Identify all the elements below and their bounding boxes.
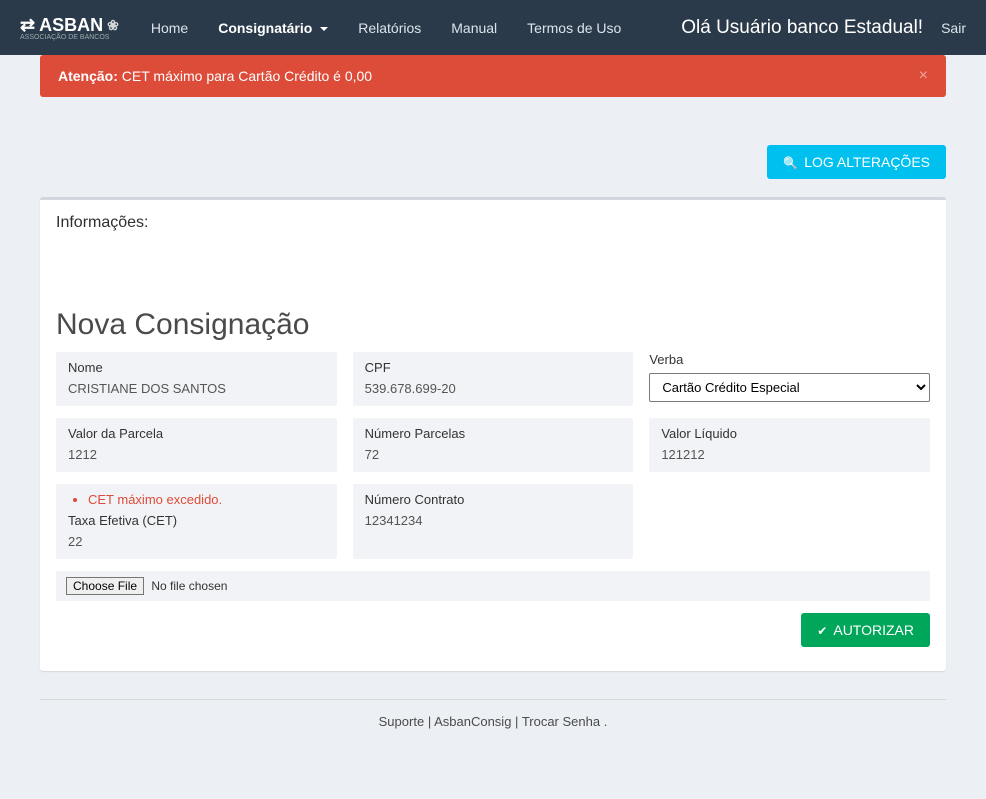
label-cet: Taxa Efetiva (CET) (68, 513, 325, 528)
footer-suporte[interactable]: Suporte (379, 714, 425, 729)
nav-item-home[interactable]: Home (139, 2, 200, 54)
footer: Suporte | AsbanConsig | Trocar Senha . (40, 714, 946, 759)
nav-items: Home Consignatário Relatórios Manual Ter… (139, 2, 633, 54)
file-status-text: No file chosen (151, 579, 227, 593)
value-cpf: 539.678.699-20 (365, 381, 622, 396)
alert-strong: Atenção: (58, 68, 118, 84)
file-upload-row: Choose File No file chosen (56, 571, 930, 601)
nav-label: Manual (451, 20, 497, 36)
box-header: Informações: (40, 200, 946, 246)
field-cet: CET máximo excedido. Taxa Efetiva (CET) … (56, 484, 337, 559)
nav-item-termos[interactable]: Termos de Uso (515, 2, 633, 54)
close-icon[interactable]: × (919, 67, 928, 85)
label-nome: Nome (68, 360, 325, 375)
button-label: LOG ALTERAÇÕES (804, 154, 930, 170)
brand[interactable]: ⇄ ASBAN ❀ ASSOCIAÇÃO DE BANCOS (20, 15, 119, 41)
alert-danger: Atenção: CET máximo para Cartão Crédito … (40, 55, 946, 97)
value-valor-liquido: 121212 (661, 447, 918, 462)
chevron-down-icon (320, 27, 328, 31)
box-title: Informações: (56, 214, 148, 231)
nav-item-consignatario[interactable]: Consignatário (206, 2, 340, 54)
top-navbar: ⇄ ASBAN ❀ ASSOCIAÇÃO DE BANCOS Home Cons… (0, 0, 986, 55)
nav-item-manual[interactable]: Manual (439, 2, 509, 54)
field-valor-liquido: Valor Líquido 121212 (649, 418, 930, 472)
authorize-button[interactable]: AUTORIZAR (801, 613, 930, 647)
label-cpf: CPF (365, 360, 622, 375)
verba-select[interactable]: Cartão Crédito Especial (649, 373, 930, 402)
label-num-contrato: Número Contrato (365, 492, 622, 507)
box-body: Nova Consignação Nome CRISTIANE DOS SANT… (40, 246, 946, 671)
empty-cell (649, 484, 930, 559)
field-verba: Verba Cartão Crédito Especial (649, 352, 930, 406)
field-valor-parcela: Valor da Parcela 1212 (56, 418, 337, 472)
footer-asbanconsig[interactable]: AsbanConsig (434, 714, 511, 729)
label-valor-liquido: Valor Líquido (661, 426, 918, 441)
value-cet: 22 (68, 534, 325, 549)
field-num-contrato: Número Contrato 12341234 (353, 484, 634, 559)
nav-label: Home (151, 20, 188, 36)
sep: | (515, 714, 522, 729)
navbar-right: Olá Usuário banco Estadual! Sair (681, 17, 966, 39)
user-greeting: Olá Usuário banco Estadual! (681, 17, 923, 39)
button-label: AUTORIZAR (833, 622, 914, 638)
alert-text: CET máximo para Cartão Crédito é 0,00 (118, 68, 372, 84)
choose-file-button[interactable]: Choose File (66, 577, 144, 595)
label-verba: Verba (649, 352, 930, 367)
brand-text: ASBAN (39, 15, 103, 36)
brand-icon: ⇄ (20, 15, 35, 36)
value-valor-parcela: 1212 (68, 447, 325, 462)
info-box: Informações: Nova Consignação Nome CRIST… (40, 197, 946, 671)
field-cpf: CPF 539.678.699-20 (353, 352, 634, 406)
label-num-parcelas: Número Parcelas (365, 426, 622, 441)
footer-divider (40, 699, 946, 700)
brand-subtitle: ASSOCIAÇÃO DE BANCOS (20, 34, 119, 41)
brand-secondary-icon: ❀ (107, 17, 119, 34)
period: . (604, 714, 608, 729)
field-num-parcelas: Número Parcelas 72 (353, 418, 634, 472)
value-nome: CRISTIANE DOS SANTOS (68, 381, 325, 396)
log-alteracoes-button[interactable]: LOG ALTERAÇÕES (767, 145, 946, 179)
form-grid: Nome CRISTIANE DOS SANTOS CPF 539.678.69… (56, 352, 930, 559)
nav-label: Relatórios (358, 20, 421, 36)
search-icon (783, 154, 798, 170)
value-num-contrato: 12341234 (365, 513, 622, 528)
nav-label: Consignatário (218, 20, 312, 36)
cet-error: CET máximo excedido. (88, 492, 325, 507)
form-title: Nova Consignação (56, 308, 930, 342)
logout-link[interactable]: Sair (941, 20, 966, 36)
nav-label: Termos de Uso (527, 20, 621, 36)
field-nome: Nome CRISTIANE DOS SANTOS (56, 352, 337, 406)
value-num-parcelas: 72 (365, 447, 622, 462)
check-icon (817, 622, 827, 638)
footer-trocar-senha[interactable]: Trocar Senha (522, 714, 600, 729)
nav-item-relatorios[interactable]: Relatórios (346, 2, 433, 54)
label-valor-parcela: Valor da Parcela (68, 426, 325, 441)
